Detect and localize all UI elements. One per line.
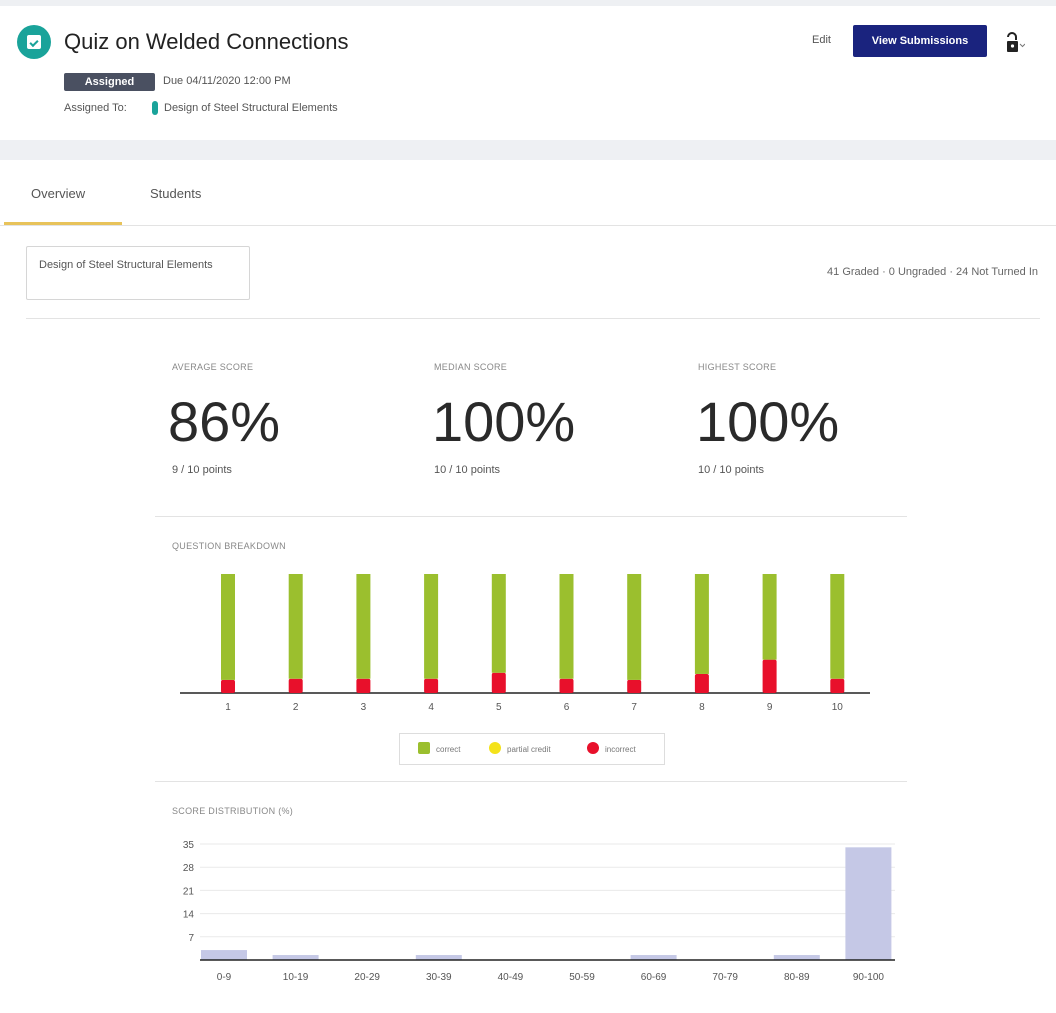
x-tick-label: 90-100: [853, 972, 885, 983]
y-tick-label: 21: [183, 886, 195, 897]
edit-button[interactable]: Edit: [812, 34, 831, 46]
highest-score-value: 100%: [696, 390, 840, 453]
assigned-course-link[interactable]: Design of Steel Structural Elements: [164, 102, 338, 114]
question-breakdown-chart: 1 2 3 4 5 6 7 8 9 10: [180, 574, 870, 713]
tabs-divider: [0, 225, 1056, 226]
breakdown-divider: [155, 781, 907, 782]
bar-incorrect-q9: [762, 659, 777, 693]
bar-correct-q10: [830, 574, 845, 679]
average-score-value: 86%: [168, 390, 281, 453]
x-tick-label: 30-39: [426, 972, 452, 983]
question-breakdown-title: QUESTION BREAKDOWN: [172, 541, 286, 551]
tab-overview[interactable]: Overview: [31, 186, 85, 201]
x-tick-label: 8: [699, 702, 705, 713]
legend-incorrect-label: incorrect: [605, 745, 636, 754]
x-tick-label: 2: [293, 702, 299, 713]
bar-incorrect-q5: [491, 672, 506, 693]
highest-score-points: 10 / 10 points: [698, 464, 765, 476]
x-tick-label: 40-49: [498, 972, 524, 983]
bar-incorrect-q2: [288, 678, 303, 693]
y-tick-label: 7: [188, 933, 194, 944]
course-color-icon: [152, 101, 158, 115]
x-tick-label: 1: [225, 702, 231, 713]
x-tick-label: 4: [428, 702, 434, 713]
bar-incorrect-q8: [694, 673, 709, 693]
quiz-icon: [17, 25, 51, 59]
filter-divider: [26, 318, 1040, 319]
assigned-to-label: Assigned To:: [64, 102, 127, 114]
x-tick-label: 70-79: [712, 972, 738, 983]
stats-divider: [155, 516, 907, 517]
x-tick-label: 50-59: [569, 972, 595, 983]
y-tick-label: 35: [183, 840, 195, 851]
average-score-points: 9 / 10 points: [172, 464, 232, 476]
bar-range-90-100: [845, 847, 892, 960]
bar-correct-q2: [288, 574, 303, 679]
header-separator: [0, 140, 1056, 160]
bar-incorrect-q4: [424, 678, 439, 693]
median-score-points: 10 / 10 points: [434, 464, 501, 476]
assignment-header: [0, 0, 1056, 140]
grading-counts: 41 Graded · 0 Ungraded · 24 Not Turned I…: [827, 266, 1038, 278]
score-distribution-title: SCORE DISTRIBUTION (%): [172, 806, 294, 816]
y-tick-label: 28: [183, 863, 195, 874]
page-title: Quiz on Welded Connections: [64, 29, 349, 54]
view-submissions-button[interactable]: View Submissions: [853, 25, 987, 57]
x-tick-label: 7: [631, 702, 637, 713]
bar-incorrect-q1: [221, 679, 235, 693]
question-breakdown-legend: correct partial credit incorrect: [399, 733, 665, 765]
x-tick-label: 10-19: [283, 972, 309, 983]
x-tick-label: 3: [361, 702, 367, 713]
bar-incorrect-q10: [830, 678, 845, 693]
legend-incorrect-swatch: [587, 742, 599, 754]
bar-correct-q8: [694, 574, 709, 674]
bar-correct-q1: [221, 574, 235, 680]
due-date: Due 04/11/2020 12:00 PM: [163, 75, 291, 87]
average-score-label: AVERAGE SCORE: [172, 362, 254, 372]
highest-score-label: HIGHEST SCORE: [698, 362, 777, 372]
unlock-icon[interactable]: [1005, 32, 1025, 54]
section-filter-select[interactable]: Design of Steel Structural Elements: [26, 246, 250, 300]
bar-range-0-9: [201, 950, 247, 960]
bar-correct-q5: [491, 574, 506, 673]
legend-partial-label: partial credit: [507, 745, 551, 754]
x-tick-label: 0-9: [217, 972, 232, 983]
bar-incorrect-q6: [559, 678, 574, 693]
median-score-label: MEDIAN SCORE: [434, 362, 508, 372]
x-tick-label: 6: [564, 702, 570, 713]
status-badge: Assigned: [64, 73, 155, 91]
x-tick-label: 9: [767, 702, 773, 713]
x-tick-label: 80-89: [784, 972, 810, 983]
bar-correct-q4: [424, 574, 439, 679]
bar-incorrect-q7: [627, 679, 642, 693]
legend-correct-swatch: [418, 742, 430, 754]
median-score-value: 100%: [432, 390, 576, 453]
bar-correct-q3: [356, 574, 371, 679]
x-tick-label: 10: [832, 702, 844, 713]
bar-incorrect-q3: [356, 678, 371, 693]
y-tick-label: 14: [183, 910, 195, 921]
x-tick-label: 60-69: [641, 972, 667, 983]
legend-correct-label: correct: [436, 745, 461, 754]
bar-correct-q6: [559, 574, 574, 679]
x-tick-label: 5: [496, 702, 502, 713]
bar-correct-q7: [627, 574, 642, 680]
x-tick-label: 20-29: [354, 972, 380, 983]
score-distribution-chart: 7 14 21 28 35 0-9 10-19 20-29 30-39 40-49 50-59 60-…: [183, 840, 895, 983]
legend-partial-swatch: [489, 742, 501, 754]
tab-students[interactable]: Students: [150, 186, 201, 201]
bar-correct-q9: [762, 574, 777, 660]
